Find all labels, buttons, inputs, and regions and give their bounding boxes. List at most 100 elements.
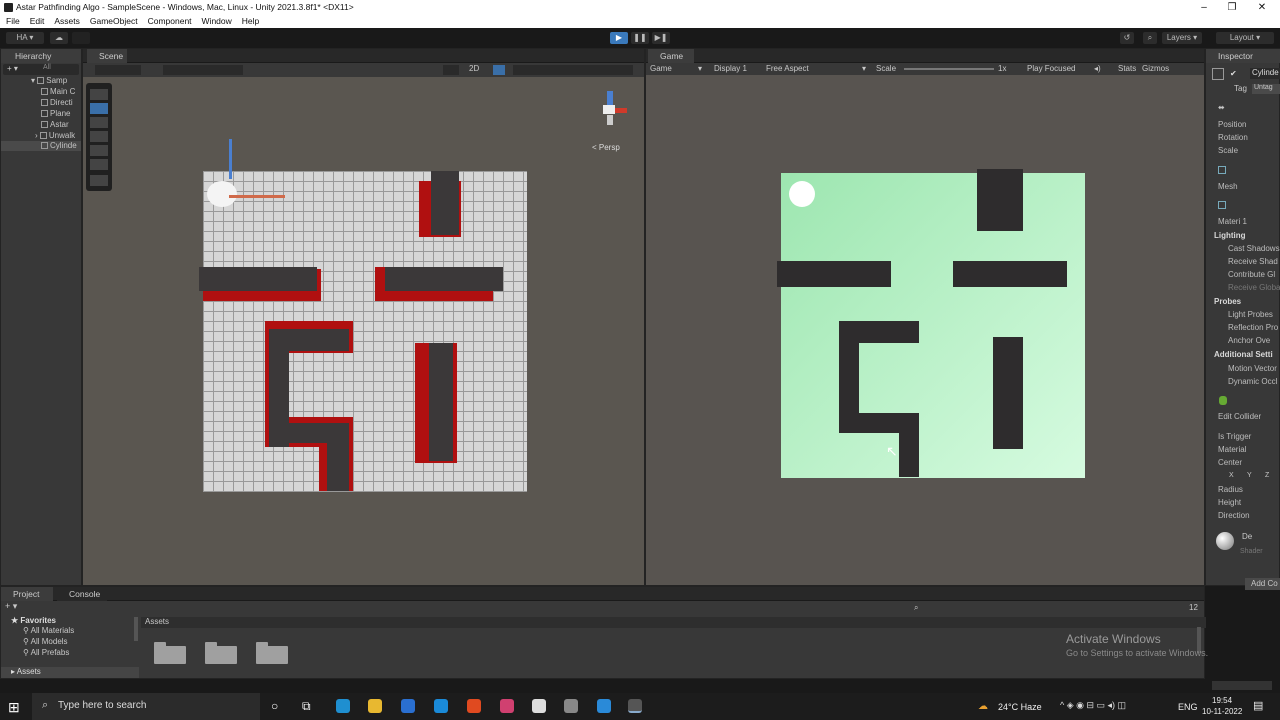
move-handle-x[interactable] bbox=[229, 195, 285, 198]
play-button[interactable]: ▶ bbox=[610, 32, 628, 44]
tab-console[interactable]: Console bbox=[57, 587, 107, 601]
store-icon[interactable] bbox=[401, 699, 415, 713]
aspect-dropdown[interactable]: Free Aspect bbox=[766, 63, 809, 75]
menu-help[interactable]: Help bbox=[242, 16, 259, 26]
tag-dropdown[interactable]: Untag bbox=[1252, 84, 1280, 94]
chrome-icon[interactable] bbox=[500, 699, 514, 713]
move-tool-icon[interactable] bbox=[90, 103, 108, 114]
draw-mode-dropdown[interactable] bbox=[95, 65, 141, 75]
file-explorer-icon[interactable] bbox=[368, 699, 382, 713]
scene-grid-plane[interactable] bbox=[199, 139, 527, 492]
lighting-header[interactable]: Lighting bbox=[1214, 231, 1246, 240]
fav-all-materials[interactable]: ⚲ All Materials bbox=[23, 626, 74, 635]
taskbar-search-input[interactable]: ⌕ Type here to search bbox=[32, 693, 260, 720]
project-breadcrumb[interactable]: Assets bbox=[141, 617, 1206, 628]
unity-editor-icon[interactable] bbox=[628, 699, 642, 713]
add-component-button[interactable]: Add Co bbox=[1245, 578, 1280, 590]
hierarchy-item-directional-light[interactable]: Directi bbox=[41, 98, 73, 107]
game-render[interactable] bbox=[777, 169, 1085, 478]
search-icon[interactable]: ⌕ bbox=[1143, 32, 1157, 44]
hierarchy-item-cylinder[interactable]: Cylinde bbox=[1, 141, 81, 151]
scene-view-options[interactable] bbox=[513, 65, 633, 75]
tab-hierarchy[interactable]: Hierarchy bbox=[1, 49, 81, 63]
cortana-icon[interactable]: ○ bbox=[271, 699, 278, 713]
pivot-tools[interactable] bbox=[163, 65, 243, 75]
add-icon[interactable]: + ▾ bbox=[7, 64, 18, 73]
hierarchy-item-plane[interactable]: Plane bbox=[41, 109, 70, 118]
probes-header[interactable]: Probes bbox=[1214, 297, 1241, 306]
project-add-icon[interactable]: + ▾ bbox=[5, 601, 17, 612]
tab-scene[interactable]: Scene bbox=[87, 49, 127, 63]
mode-2d-button[interactable]: 2D bbox=[469, 64, 479, 73]
materials-label[interactable]: Materi 1 bbox=[1218, 217, 1247, 226]
display-dropdown[interactable]: Display 1 bbox=[714, 63, 747, 75]
blender-icon[interactable] bbox=[564, 699, 578, 713]
play-focused-dropdown[interactable]: Play Focused bbox=[1027, 63, 1075, 75]
pause-button[interactable]: ❚❚ bbox=[631, 32, 649, 44]
fav-all-models[interactable]: ⚲ All Models bbox=[23, 637, 68, 646]
menu-window[interactable]: Window bbox=[202, 16, 232, 26]
menu-assets[interactable]: Assets bbox=[54, 16, 80, 26]
active-checkbox[interactable]: ✔ bbox=[1230, 69, 1237, 78]
status-icons[interactable] bbox=[1212, 681, 1272, 690]
hierarchy-item-unwalkable[interactable]: › Unwalk bbox=[35, 131, 75, 140]
unity-hub-icon[interactable] bbox=[532, 699, 546, 713]
assets-root-item[interactable]: ▸ Assets bbox=[1, 667, 139, 678]
rotate-tool-icon[interactable] bbox=[90, 117, 108, 128]
vscode-icon[interactable] bbox=[597, 699, 611, 713]
audio-icon[interactable]: ◂) bbox=[1094, 63, 1101, 75]
custom-tool-icon[interactable] bbox=[90, 175, 108, 186]
additional-settings-header[interactable]: Additional Setti bbox=[1214, 350, 1273, 359]
gizmos-button[interactable]: Gizmos bbox=[1142, 63, 1169, 75]
edge-icon[interactable] bbox=[336, 699, 350, 713]
scale-slider[interactable] bbox=[904, 68, 994, 70]
game-mode-dropdown[interactable]: Game bbox=[650, 63, 672, 75]
tab-project[interactable]: Project bbox=[1, 587, 53, 601]
cylinder-object[interactable] bbox=[207, 181, 237, 207]
shading-icon[interactable] bbox=[443, 65, 459, 75]
clock-time[interactable]: 19:54 bbox=[1212, 696, 1232, 705]
minimize-button[interactable]: – bbox=[1190, 0, 1218, 15]
hierarchy-search-input[interactable]: + ▾ All bbox=[3, 64, 79, 75]
folder-icon[interactable] bbox=[256, 642, 288, 664]
layers-dropdown[interactable]: Layers ▾ bbox=[1162, 32, 1202, 44]
transform-tool-icon[interactable] bbox=[90, 159, 108, 170]
hierarchy-item-main-camera[interactable]: Main C bbox=[41, 87, 75, 96]
move-handle-y[interactable] bbox=[229, 139, 232, 179]
light-icon[interactable] bbox=[493, 65, 505, 75]
history-icon[interactable]: ↺ bbox=[1120, 32, 1134, 44]
menu-file[interactable]: File bbox=[6, 16, 20, 26]
scale-tool-icon[interactable] bbox=[90, 131, 108, 142]
favorites-header[interactable]: ★ Favorites bbox=[11, 616, 56, 625]
layout-dropdown[interactable]: Layout ▾ bbox=[1216, 32, 1274, 44]
account-button[interactable]: HA ▾ bbox=[6, 32, 44, 44]
tree-scrollbar[interactable] bbox=[134, 617, 138, 641]
game-panel[interactable]: Game Game ▾ Display 1 Free Aspect ▾ Scal… bbox=[645, 48, 1205, 586]
hierarchy-item-astar[interactable]: Astar bbox=[41, 120, 69, 129]
menu-gameobject[interactable]: GameObject bbox=[90, 16, 138, 26]
menu-component[interactable]: Component bbox=[148, 16, 192, 26]
edit-collider-label[interactable]: Edit Collider bbox=[1218, 412, 1261, 421]
weather-text[interactable]: 24°C Haze bbox=[998, 702, 1042, 712]
perspective-label[interactable]: < Persp bbox=[592, 143, 620, 152]
tab-inspector[interactable]: Inspector bbox=[1206, 49, 1280, 63]
hierarchy-item-scene[interactable]: ▾ Samp bbox=[31, 76, 67, 85]
menu-edit[interactable]: Edit bbox=[30, 16, 45, 26]
brave-icon[interactable] bbox=[467, 699, 481, 713]
folder-icon[interactable] bbox=[205, 642, 237, 664]
project-search-icon[interactable]: ⌕ bbox=[914, 603, 918, 613]
orientation-gizmo[interactable] bbox=[593, 91, 629, 127]
collab-icon[interactable] bbox=[72, 32, 90, 44]
step-button[interactable]: ▶❚ bbox=[652, 32, 670, 44]
language-indicator[interactable]: ENG bbox=[1178, 702, 1198, 712]
hand-tool-icon[interactable] bbox=[90, 89, 108, 100]
rect-tool-icon[interactable] bbox=[90, 145, 108, 156]
scene-panel[interactable]: Scene 2D < Persp bbox=[82, 48, 645, 586]
folder-icon[interactable] bbox=[154, 642, 186, 664]
tray-icons[interactable]: ^ ◈ ◉ ⊟ ▭ ◂) ◫ bbox=[1060, 700, 1126, 711]
mail-icon[interactable] bbox=[434, 699, 448, 713]
fav-all-prefabs[interactable]: ⚲ All Prefabs bbox=[23, 648, 69, 657]
task-view-icon[interactable]: ⧉ bbox=[302, 699, 311, 714]
close-button[interactable]: ✕ bbox=[1248, 0, 1276, 15]
tab-game[interactable]: Game bbox=[648, 49, 694, 63]
